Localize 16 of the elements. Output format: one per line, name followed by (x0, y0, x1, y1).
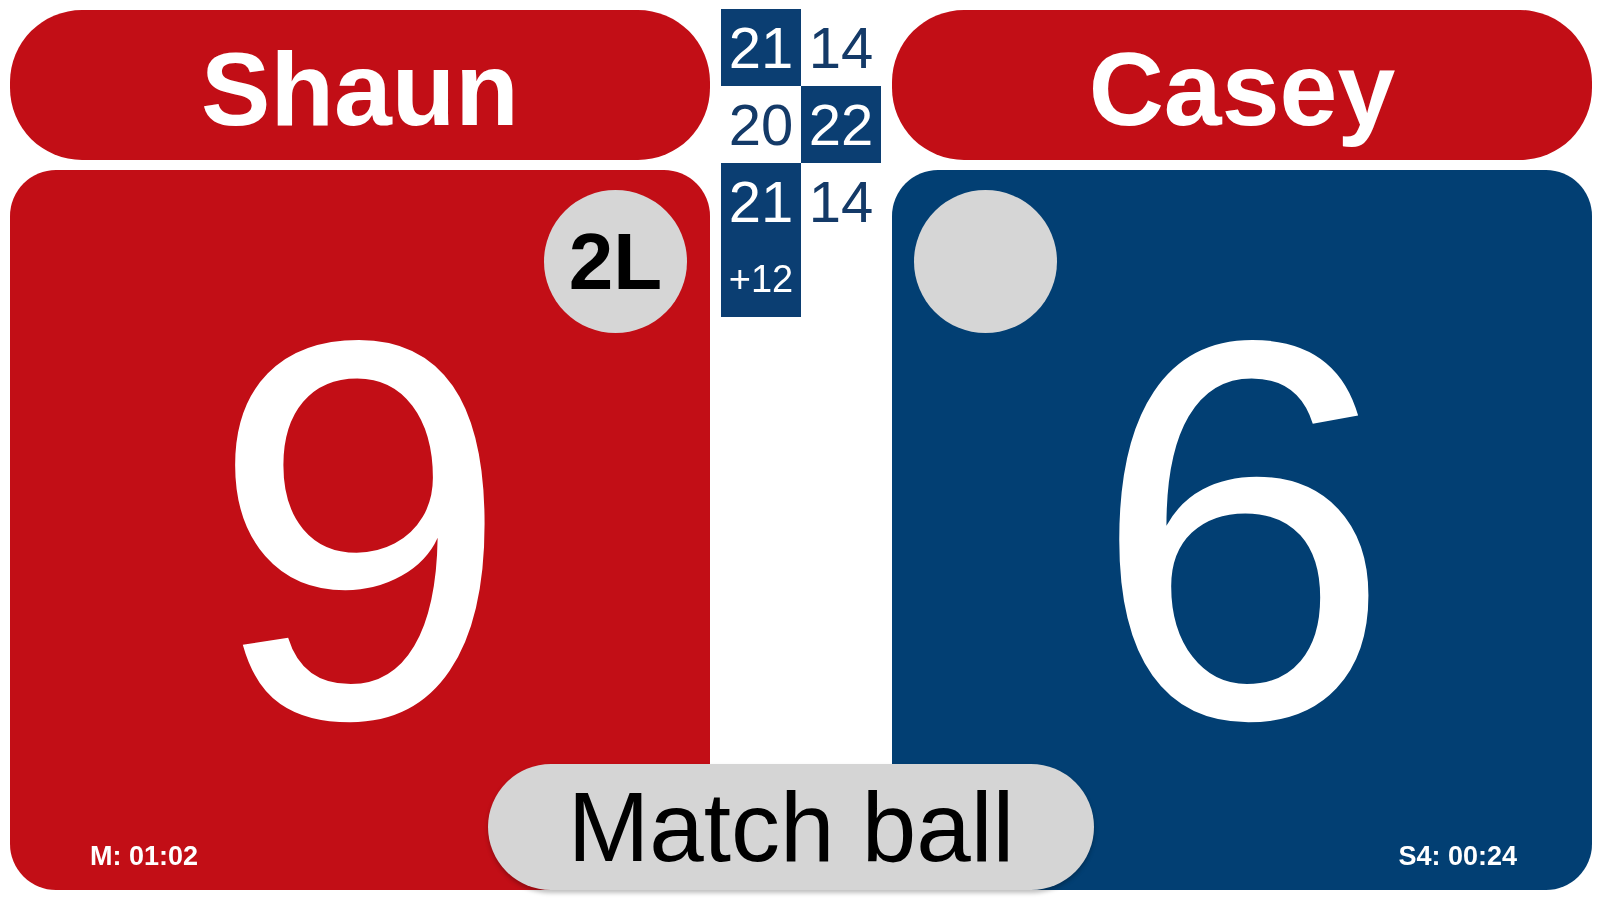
set-score: 22 (801, 86, 881, 163)
score-digit: 9 (209, 314, 511, 746)
indicator-badge: 2L (544, 190, 687, 333)
timer-text: M: 01:02 (90, 843, 199, 870)
score-digit: 6 (1091, 314, 1393, 746)
status-banner: Match ball (488, 764, 1094, 890)
set-score: 14 (807, 167, 875, 236)
player-name-plate: Casey (892, 10, 1592, 160)
point-difference: +12 (721, 240, 801, 317)
set-score: 20 (727, 90, 795, 159)
set-score: 21 (721, 9, 801, 86)
circle-icon (914, 190, 1057, 333)
set-score: 21 (721, 163, 801, 240)
set-score: 14 (807, 13, 875, 82)
timer-text: S4: 00:24 (1398, 843, 1517, 870)
player-name-plate: Shaun (10, 10, 710, 160)
